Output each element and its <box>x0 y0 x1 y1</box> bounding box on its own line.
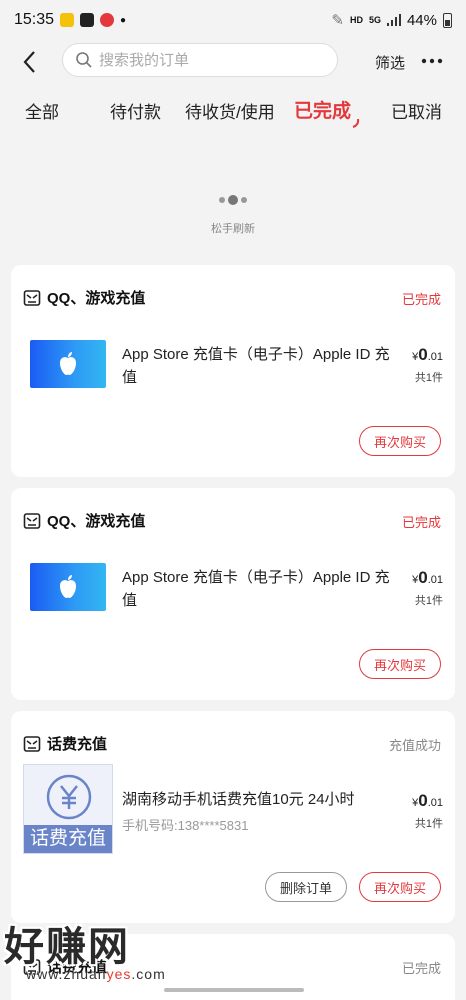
search-input[interactable] <box>99 51 319 69</box>
tab-cancelled[interactable]: 已取消 <box>391 98 442 123</box>
apple-logo-icon <box>60 352 76 375</box>
order-status: 充值成功 <box>388 738 441 753</box>
hd-indicator: HD <box>349 15 363 25</box>
loading-dots-icon <box>0 190 466 210</box>
order-card[interactable]: 话费充值 充值成功 话费充值 湖南移动手机话费充值10元 24小时 手机号码:1… <box>11 711 455 923</box>
back-arrow-icon[interactable] <box>18 48 42 76</box>
buy-again-button[interactable]: 再次购买 <box>359 426 441 456</box>
signal-icon <box>386 14 401 26</box>
shop-name: 话费充值 <box>47 736 108 753</box>
order-status: 已完成 <box>401 515 441 530</box>
product-title[interactable]: App Store 充值卡（电子卡）Apple ID 充值 <box>122 566 390 612</box>
order-price: ¥0.01 <box>412 345 443 364</box>
pen-icon: ✎ <box>331 12 344 29</box>
app-notification-icon <box>80 13 95 27</box>
header: 筛选 <box>0 40 466 84</box>
refresh-text: 松手刷新 <box>211 223 255 235</box>
product-title[interactable]: App Store 充值卡（电子卡）Apple ID 充值 <box>122 343 390 389</box>
app-notification-icon <box>60 13 75 27</box>
shop-icon <box>23 735 41 752</box>
tab-pending-payment[interactable]: 待付款 <box>110 98 161 123</box>
product-title[interactable]: 湖南移动手机话费充值10元 24小时 <box>122 788 390 811</box>
shop-name: QQ、游戏充值 <box>47 513 146 530</box>
watermark: 好赚网 www.zhuanyes.com <box>4 914 204 994</box>
apple-logo-icon <box>60 575 76 598</box>
item-count: 共1件 <box>414 595 443 607</box>
delete-order-button[interactable]: 删除订单 <box>265 872 347 902</box>
5g-indicator: 5G <box>368 15 381 25</box>
shop-icon <box>23 289 41 306</box>
status-bar: 15:35 ● ✎ HD 5G 44% <box>0 0 466 40</box>
order-tabs: 全部 待付款 待收货/使用 已完成 已取消 <box>0 98 466 132</box>
shop-icon <box>23 512 41 529</box>
more-options-icon[interactable] <box>420 54 444 68</box>
search-icon <box>76 52 92 68</box>
home-indicator[interactable] <box>164 988 304 992</box>
thumbnail-label: 话费充值 <box>24 825 112 853</box>
buy-again-button[interactable]: 再次购买 <box>359 649 441 679</box>
order-status: 已完成 <box>401 292 441 307</box>
filter-button[interactable]: 筛选 <box>375 52 405 73</box>
tab-all[interactable]: 全部 <box>25 98 59 123</box>
product-thumbnail[interactable] <box>30 340 106 388</box>
order-card[interactable]: QQ、游戏充值 已完成 App Store 充值卡（电子卡）Apple ID 充… <box>11 265 455 477</box>
item-count: 共1件 <box>414 818 443 830</box>
app-notification-icon <box>100 13 115 27</box>
order-status: 已完成 <box>401 961 441 976</box>
pull-refresh: 松手刷新 <box>0 190 466 236</box>
order-price: ¥0.01 <box>412 791 443 810</box>
tab-completed[interactable]: 已完成 <box>294 96 351 123</box>
tab-pending-receipt[interactable]: 待收货/使用 <box>185 98 275 123</box>
watermark-url: www.zhuanyes.com <box>26 966 166 982</box>
product-thumbnail[interactable] <box>30 563 106 611</box>
watermark-main: 好赚网 <box>4 925 130 969</box>
yuan-coin-icon <box>46 774 92 820</box>
status-time: 15:35 <box>14 11 55 28</box>
product-thumbnail[interactable]: 话费充值 <box>23 764 113 854</box>
order-price: ¥0.01 <box>412 568 443 587</box>
battery-icon <box>443 12 452 28</box>
order-card[interactable]: QQ、游戏充值 已完成 App Store 充值卡（电子卡）Apple ID 充… <box>11 488 455 700</box>
active-tab-indicator <box>352 118 360 128</box>
buy-again-button[interactable]: 再次购买 <box>359 872 441 902</box>
shop-name: QQ、游戏充值 <box>47 290 146 307</box>
notification-dot-icon: ● <box>120 14 127 26</box>
battery-percent: 44% <box>406 11 437 29</box>
search-box[interactable] <box>62 43 338 77</box>
item-count: 共1件 <box>414 372 443 384</box>
phone-number: 手机号码:138****5831 <box>122 818 249 833</box>
